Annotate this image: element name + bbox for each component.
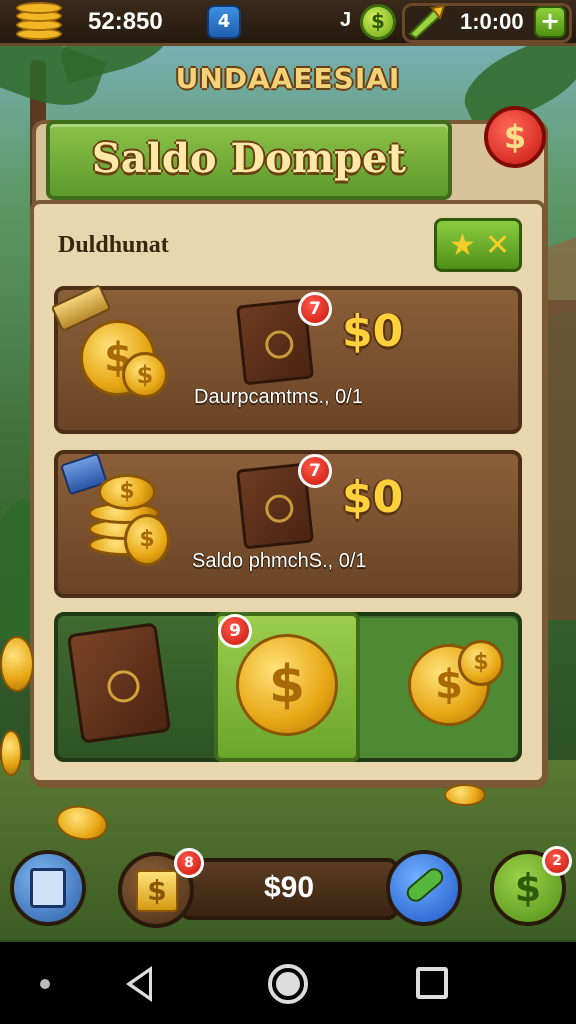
page-title: Saldo Dompet [91,135,407,182]
star-icon: ★ [449,228,476,263]
dollar-coin-icon: $ [122,352,168,398]
bottom-balance: $90 [263,871,315,904]
star-close-button[interactable]: ★ ✕ [434,218,522,272]
nav-dot-icon [40,979,50,989]
dollar-coin-icon: $ [124,514,170,566]
recent-apps-icon[interactable] [416,967,448,999]
offer-price: $0 [342,472,404,523]
floating-coin [444,784,486,806]
badge-count: 7 [298,454,332,488]
dollar-coin-icon: $ [98,474,156,510]
back-icon-inner [132,972,149,996]
badge-count: 8 [174,848,204,878]
dollar-coin-icon[interactable]: $ [484,106,546,168]
plus-icon[interactable]: + [534,6,566,38]
shop-icon [30,868,66,908]
candy-icon [408,4,446,40]
offer-description: Daurpcamtms., 0/1 [194,386,363,408]
floating-coin [0,636,34,692]
badge-count: 2 [542,846,572,876]
screen-banner-title: UNDAAEESIAI [175,62,401,95]
top-balance: 52:850 [88,8,163,35]
dollar-coin-icon: $ [458,640,504,686]
section-label: Duldhunat [58,232,169,258]
gem-icon[interactable] [360,4,396,40]
offer-price: $0 [342,306,404,357]
info-icon[interactable]: 4 [207,5,241,39]
offer-description: Saldo phmchS., 0/1 [192,550,367,572]
dollar-coin-icon: $ [136,870,178,912]
floating-coin [0,730,22,776]
close-icon: ✕ [485,228,511,263]
badge-count: 7 [298,292,332,326]
book-icon [66,622,172,744]
timer-text: 1:0:00 [460,9,524,34]
top-center-glyph: J [340,9,352,31]
home-icon-inner [276,972,300,996]
coin-stack-icon [8,2,64,46]
badge-count: 9 [218,614,252,648]
dollar-coin-icon: $ [236,634,338,736]
